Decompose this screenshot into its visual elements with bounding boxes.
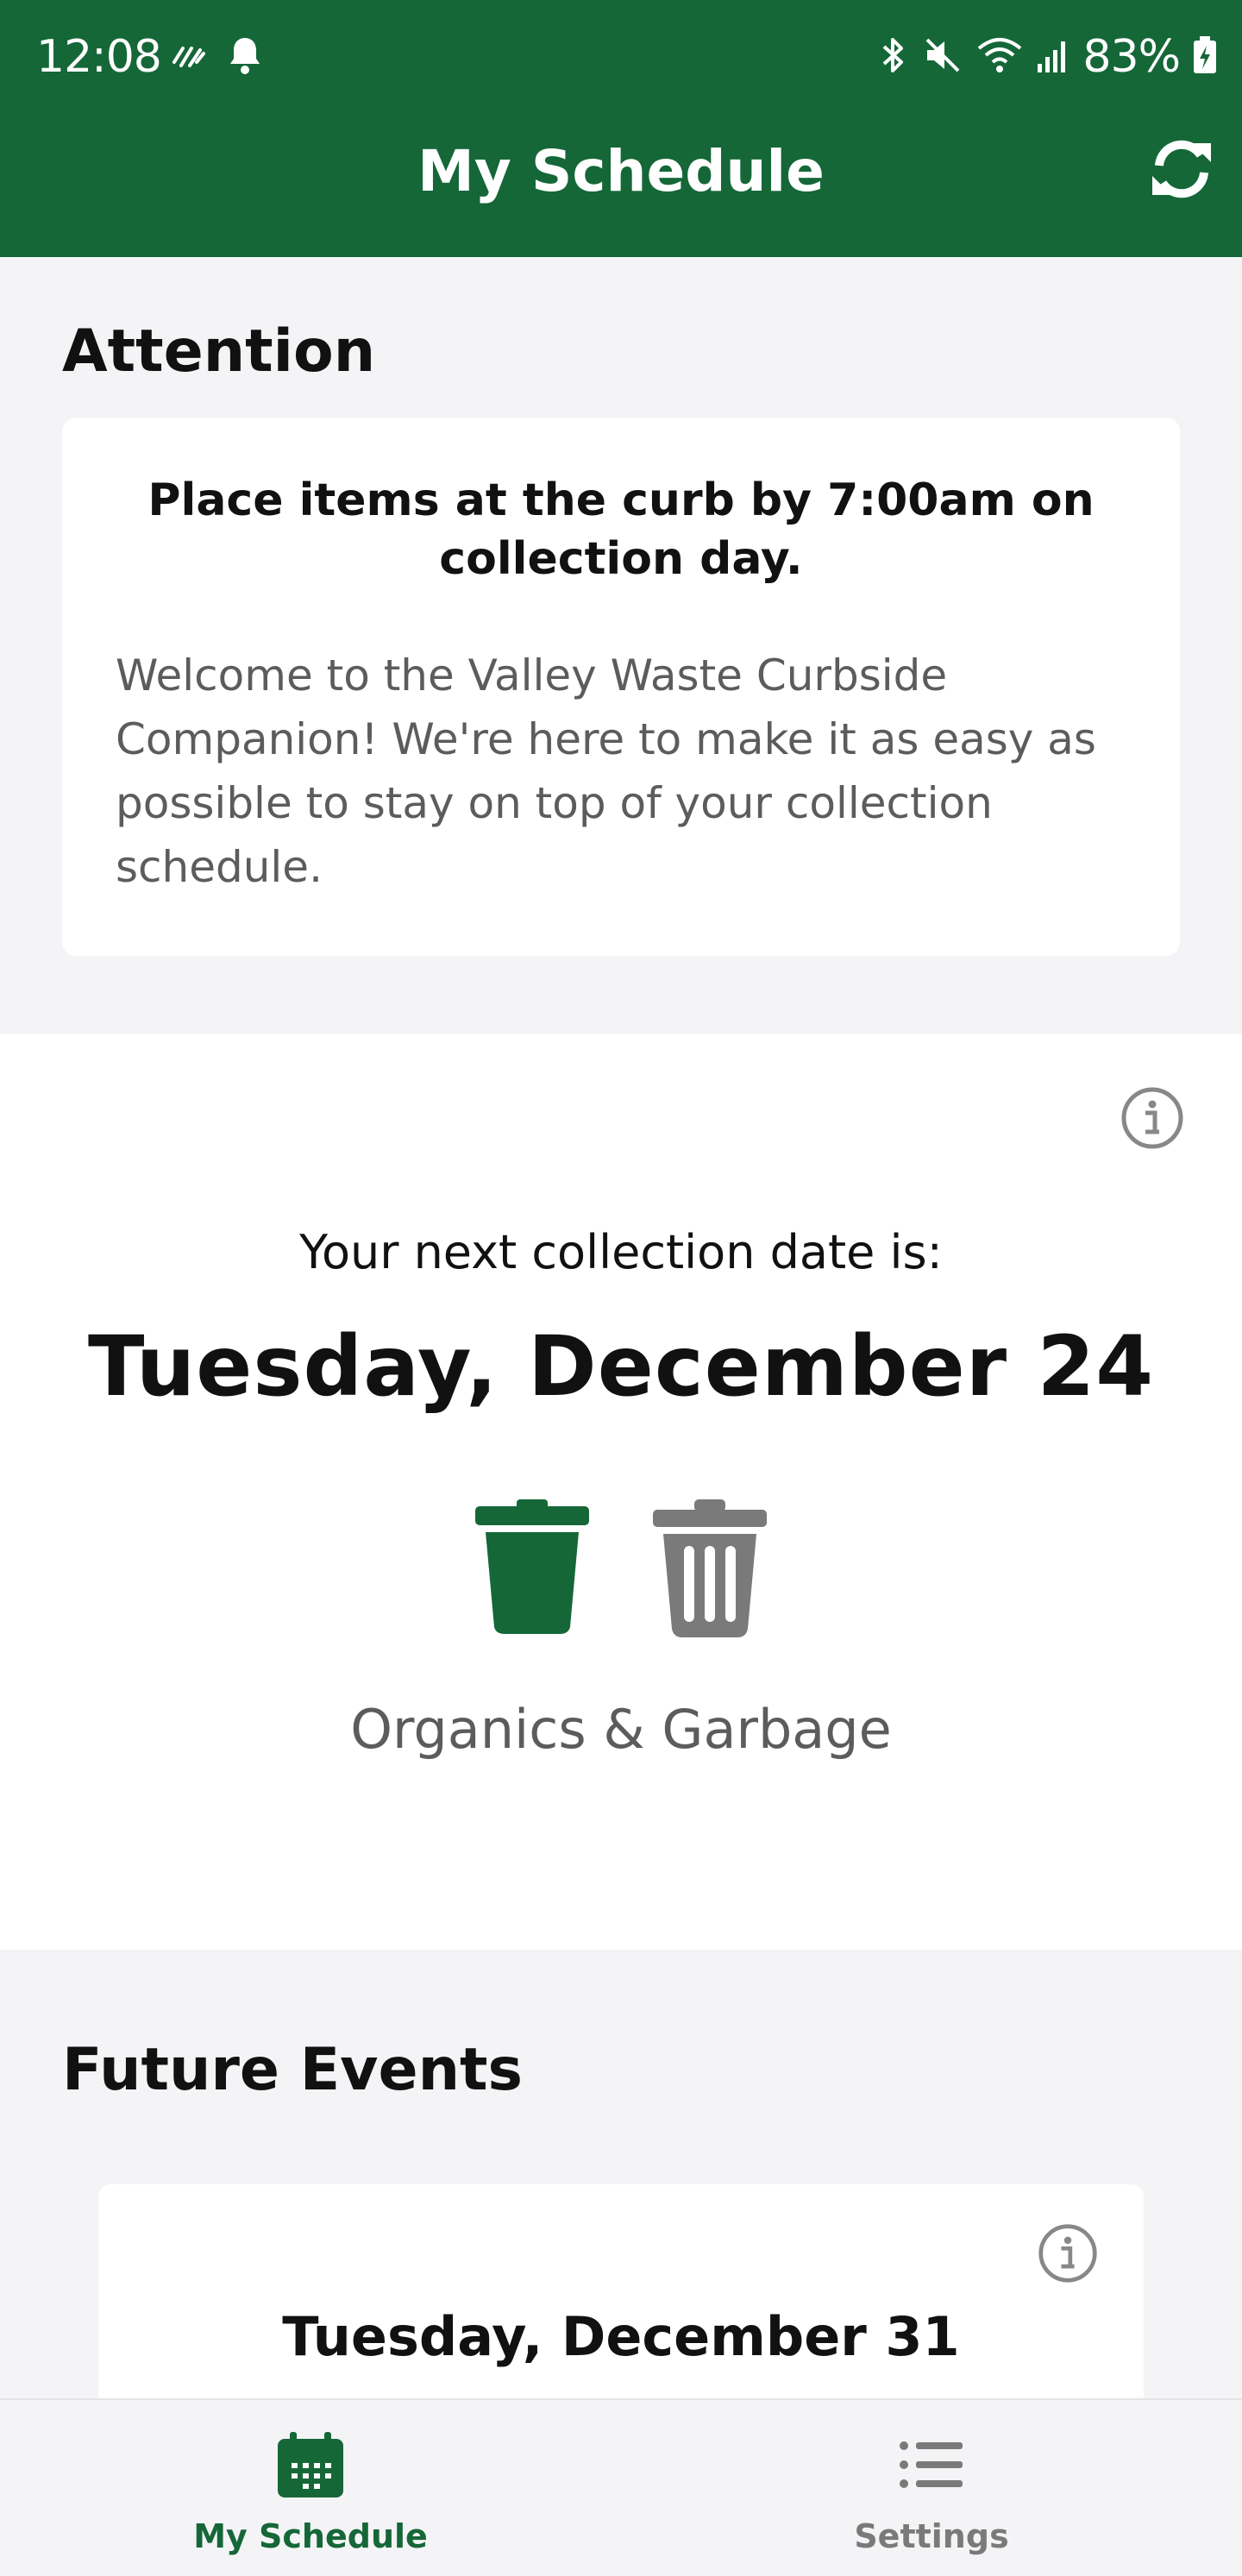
attention-card-body: Welcome to the Valley Waste Curbside Com… bbox=[116, 650, 1096, 892]
bin-icons bbox=[0, 1498, 1242, 1643]
nav-item-settings[interactable]: Settings bbox=[621, 2400, 1242, 2576]
activity-icon bbox=[169, 36, 207, 78]
bin-types-label: Organics & Garbage bbox=[350, 1698, 892, 1761]
nav-label-my-schedule: My Schedule bbox=[193, 2517, 428, 2555]
next-collection-date: Tuesday, December 24 bbox=[87, 1318, 1155, 1415]
page-title: My Schedule bbox=[417, 138, 825, 204]
future-event-card[interactable]: Tuesday, December 31 bbox=[98, 2184, 1144, 2409]
next-collection-info-button[interactable] bbox=[1120, 1085, 1185, 1151]
signal-icon bbox=[1036, 35, 1070, 79]
info-icon bbox=[1037, 2224, 1099, 2288]
notification-bell-icon bbox=[226, 35, 264, 79]
app-bar: 12:08 83% My Schedule bbox=[0, 0, 1242, 257]
organics-bin-icon bbox=[474, 1498, 591, 1643]
list-icon bbox=[893, 2426, 970, 2504]
status-right-icons: 83% bbox=[875, 31, 1218, 83]
status-time: 12:08 bbox=[36, 31, 162, 83]
future-event-info-button[interactable] bbox=[1037, 2222, 1099, 2284]
info-icon bbox=[1120, 1087, 1185, 1154]
mute-icon bbox=[922, 35, 963, 79]
future-events-heading: Future Events bbox=[62, 2036, 524, 2104]
future-event-date: Tuesday, December 31 bbox=[282, 2305, 960, 2368]
nav-item-my-schedule[interactable]: My Schedule bbox=[0, 2400, 621, 2576]
battery-percent: 83% bbox=[1082, 31, 1181, 83]
next-collection-section: Your next collection date is: Tuesday, D… bbox=[0, 1034, 1242, 1950]
bottom-navigation: My Schedule Settings bbox=[0, 2398, 1242, 2576]
status-bar: 12:08 83% bbox=[0, 0, 1242, 121]
calendar-icon bbox=[272, 2426, 349, 2504]
attention-heading: Attention bbox=[62, 317, 376, 386]
next-collection-label: Your next collection date is: bbox=[299, 1225, 943, 1279]
refresh-icon bbox=[1147, 135, 1216, 207]
attention-card-title: Place items at the curb by 7:00am on col… bbox=[147, 474, 1095, 585]
attention-card: Place items at the curb by 7:00am on col… bbox=[62, 418, 1180, 956]
status-left-icons bbox=[169, 35, 264, 79]
battery-charging-icon bbox=[1192, 35, 1218, 79]
attention-section: Attention Place items at the curb by 7:0… bbox=[0, 257, 1242, 1034]
bluetooth-icon bbox=[875, 35, 910, 79]
wifi-icon bbox=[975, 35, 1024, 79]
garbage-bin-icon bbox=[651, 1498, 768, 1643]
nav-label-settings: Settings bbox=[854, 2517, 1009, 2555]
refresh-button[interactable] bbox=[1147, 136, 1216, 205]
